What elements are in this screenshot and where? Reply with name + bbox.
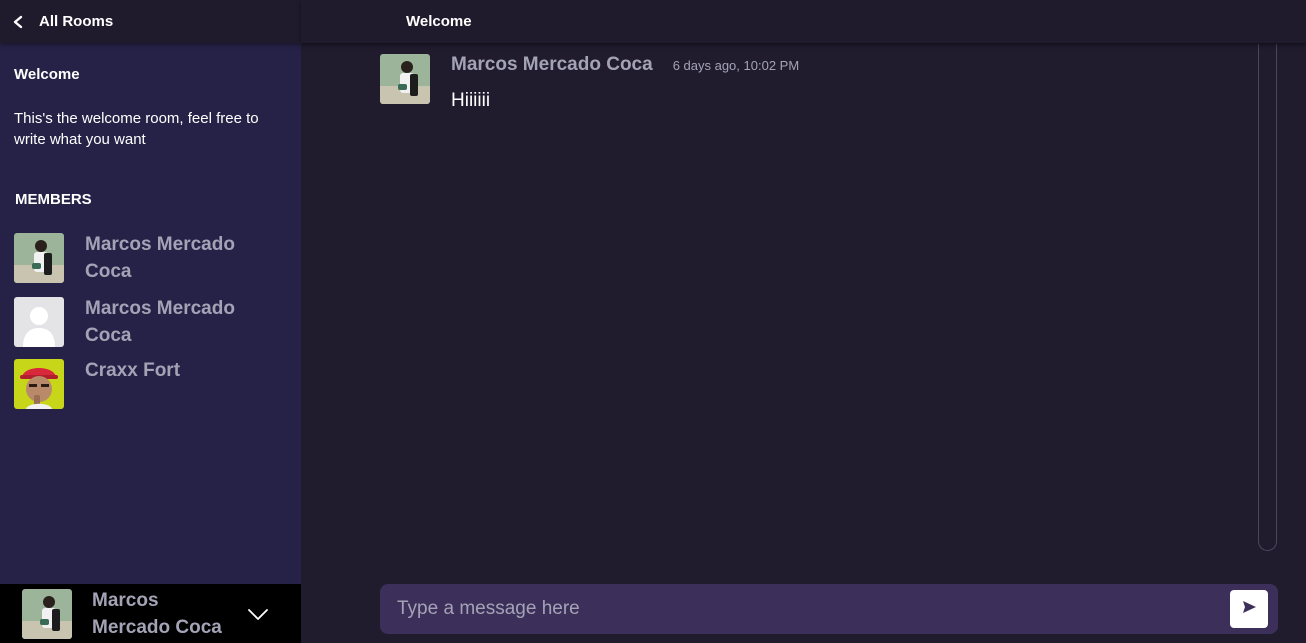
- chat-app: All Rooms Welcome This's the welcome roo…: [0, 0, 1306, 643]
- current-user-bar: Marcos Mercado Coca: [0, 584, 301, 643]
- room-name: Welcome: [14, 66, 80, 83]
- all-rooms-link[interactable]: All Rooms: [39, 13, 113, 30]
- message-text: Hiiiiii: [451, 90, 491, 111]
- member-item: Craxx Fort: [14, 359, 275, 409]
- sidebar: All Rooms Welcome This's the welcome roo…: [0, 0, 301, 643]
- message-composer: [380, 584, 1278, 634]
- chevron-left-icon[interactable]: [8, 12, 28, 32]
- chevron-down-icon[interactable]: [246, 602, 270, 626]
- message-item: Marcos Mercado Coca 6 days ago, 10:02 PM…: [380, 54, 799, 112]
- member-avatar: [14, 359, 64, 409]
- message-author: Marcos Mercado Coca: [451, 54, 653, 75]
- message-body: Marcos Mercado Coca 6 days ago, 10:02 PM…: [451, 54, 799, 112]
- current-user-name: Marcos Mercado Coca: [92, 589, 222, 638]
- member-item: Marcos Mercado Coca: [14, 233, 275, 285]
- room-description: This's the welcome room, feel free to wr…: [14, 110, 259, 148]
- send-button[interactable]: [1230, 590, 1268, 628]
- message-input[interactable]: [397, 598, 1230, 620]
- current-user-avatar: [22, 588, 72, 639]
- message-meta: Marcos Mercado Coca 6 days ago, 10:02 PM: [451, 54, 799, 76]
- member-name: Marcos Mercado Coca: [85, 234, 235, 282]
- channel-header: Welcome: [301, 0, 1306, 43]
- message-author-avatar: [380, 54, 430, 104]
- channel-title: Welcome: [406, 13, 472, 30]
- member-avatar: [14, 233, 64, 283]
- send-icon: [1241, 599, 1257, 620]
- member-name: Craxx Fort: [85, 360, 181, 381]
- message-timestamp: 6 days ago, 10:02 PM: [672, 58, 800, 73]
- member-name: Marcos Mercado Coca: [85, 298, 235, 346]
- scrollbar[interactable]: [1258, 44, 1277, 551]
- members-heading: MEMBERS: [15, 191, 92, 208]
- member-item: Marcos Mercado Coca: [14, 297, 275, 349]
- member-avatar: [14, 297, 64, 347]
- sidebar-header: All Rooms: [0, 0, 301, 43]
